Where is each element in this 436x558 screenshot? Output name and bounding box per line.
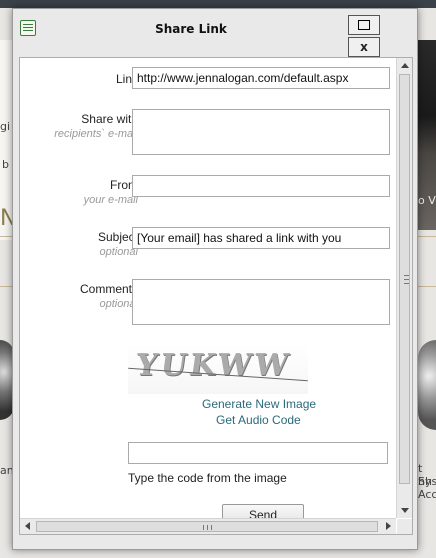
scroll-left-arrow-icon[interactable] — [25, 522, 30, 530]
scrollbar-corner — [397, 519, 412, 534]
share-with-field[interactable] — [132, 109, 390, 155]
captcha-image: YUKWW — [128, 344, 308, 394]
background-text: b — [2, 158, 9, 171]
share-with-label: Share with — [81, 112, 138, 126]
link-field[interactable]: http://www.jennalogan.com/default.aspx — [132, 67, 390, 89]
from-field[interactable] — [132, 175, 390, 197]
dialog-title: Share Link — [155, 22, 227, 36]
share-link-dialog: Share Link x Link http://www.jennalogan.… — [12, 8, 418, 550]
vertical-scroll-thumb[interactable] — [399, 74, 410, 484]
vertical-scrollbar[interactable] — [396, 58, 412, 518]
scroll-right-arrow-icon[interactable] — [386, 522, 391, 530]
captcha-code-input[interactable] — [128, 442, 388, 464]
comments-label: Comments — [79, 282, 138, 296]
pin-button[interactable] — [348, 15, 380, 35]
background-text: o V — [418, 194, 436, 207]
scroll-down-arrow-icon[interactable] — [401, 508, 409, 513]
background-text: gi — [0, 120, 11, 133]
background-text: Acc — [418, 488, 436, 501]
background-top-strip — [0, 0, 436, 8]
comments-field[interactable] — [132, 279, 390, 325]
background-jewelry-image — [418, 340, 436, 430]
dialog-content: Link http://www.jennalogan.com/default.a… — [19, 57, 413, 535]
close-button[interactable]: x — [348, 37, 380, 57]
generate-new-image-link[interactable]: Generate New Image — [202, 397, 316, 411]
captcha-instruction: Type the code from the image — [128, 471, 287, 485]
horizontal-scroll-thumb[interactable] — [36, 521, 378, 532]
get-audio-code-link[interactable]: Get Audio Code — [216, 413, 301, 427]
pin-icon — [358, 20, 370, 30]
background-text: hys — [418, 475, 436, 488]
scroll-up-arrow-icon[interactable] — [401, 63, 409, 68]
horizontal-scrollbar[interactable] — [20, 518, 396, 534]
subject-field[interactable]: [Your email] has shared a link with you — [132, 227, 390, 249]
from-hint: your e-mail — [83, 194, 138, 206]
share-with-hint: recipients` e-mail — [54, 128, 138, 140]
